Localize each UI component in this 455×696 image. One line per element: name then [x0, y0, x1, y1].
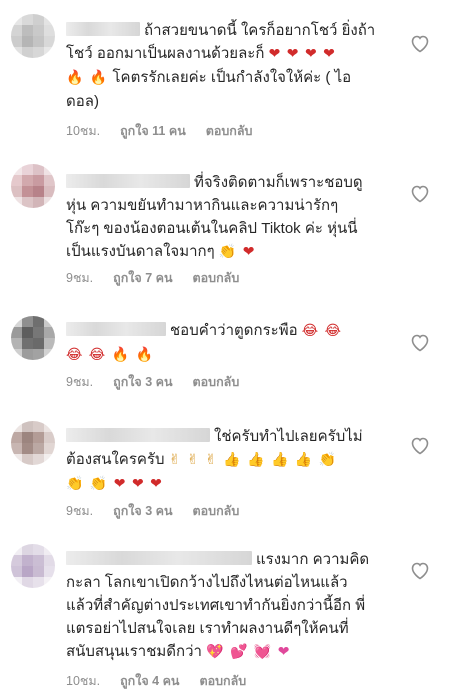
- timestamp: 9ชม.: [66, 375, 94, 389]
- comment-meta: 9ชม. ถูกใจ 7 คน ตอบกลับ: [66, 268, 239, 288]
- timestamp: 9ชม.: [66, 504, 94, 518]
- likes-count[interactable]: ถูกใจ 3 คน: [113, 372, 172, 392]
- heart-outline-icon[interactable]: [408, 31, 432, 55]
- heart-emojis: ❤ ❤ ❤ ❤: [268, 46, 336, 62]
- avatar[interactable]: [11, 164, 55, 208]
- comment-line: สนับสนุนเราชมดีกว่า: [66, 643, 202, 660]
- timestamp: 9ชม.: [66, 271, 94, 285]
- avatar[interactable]: [11, 421, 55, 465]
- likes-count[interactable]: ถูกใจ 11 คน: [120, 121, 186, 141]
- username-redacted[interactable]: [66, 551, 252, 565]
- comment-line: ต้องสนใครครับ: [66, 451, 165, 468]
- comment-meta: 10ชม. ถูกใจ 4 คน ตอบกลับ: [66, 671, 246, 691]
- comment-text: ถ้าสวยขนาดนี้ ใครก็อยากโชว์ ยิ่งถ้า โชว์…: [66, 19, 406, 113]
- username-redacted[interactable]: [66, 428, 210, 442]
- comment-meta: 9ชม. ถูกใจ 3 คน ตอบกลับ: [66, 501, 239, 521]
- reply-button[interactable]: ตอบกลับ: [193, 372, 240, 392]
- heart-outline-icon[interactable]: [408, 330, 432, 354]
- laugh-fire-emojis: 😂 😂 🔥 🔥: [66, 347, 154, 363]
- clap-heart-emojis: 👏 👏 ❤ ❤ ❤: [66, 476, 163, 492]
- reply-button[interactable]: ตอบกลับ: [206, 121, 253, 141]
- comment-line: แล้วที่สำคัญต่างประเทศเขาทำกันยิ่งกว่านี…: [66, 597, 366, 614]
- comment-line: แตรอย่าไปสนใจเลย เราทำผลงานดีๆให้คนที่: [66, 620, 349, 637]
- avatar[interactable]: [11, 14, 55, 58]
- likes-count[interactable]: ถูกใจ 4 คน: [120, 671, 179, 691]
- comment-line: ใช่ครับทำไปเลยครับไม่: [214, 428, 363, 445]
- username-redacted[interactable]: [66, 22, 140, 36]
- reply-button[interactable]: ตอบกลับ: [199, 671, 246, 691]
- comment-line: หุ่น ความขยันทำมาหากินและความน่ารักๆ: [66, 197, 339, 214]
- clap-heart-emojis: 👏 ❤: [218, 244, 256, 260]
- comment-line: โชว์ ออกมาเป็นผลงานด้วยละก็: [66, 45, 265, 62]
- laugh-emojis: 😂 😂: [301, 323, 342, 339]
- heart-emojis: 💖 💕 💓 ❤: [206, 644, 291, 660]
- timestamp: 10ชม.: [66, 124, 101, 138]
- avatar[interactable]: [11, 316, 55, 360]
- reply-button[interactable]: ตอบกลับ: [193, 268, 240, 288]
- reply-button[interactable]: ตอบกลับ: [193, 501, 240, 521]
- comment-line: โก๊ะๆ ของน้องตอนเต้นในคลิป Tiktok ค่ะ หุ…: [66, 220, 358, 237]
- comment-line: โคตรรักเลยค่ะ เป็นกำลังใจให้ค่ะ ( ไอ: [112, 69, 352, 86]
- avatar[interactable]: [11, 544, 55, 588]
- likes-count[interactable]: ถูกใจ 7 คน: [113, 268, 172, 288]
- comment-line: ถ้าสวยขนาดนี้ ใครก็อยากโชว์ ยิ่งถ้า: [144, 22, 376, 39]
- comment-text: ใช่ครับทำไปเลยครับไม่ ต้องสนใครครับ ✌ ✌ …: [66, 425, 406, 496]
- heart-outline-icon[interactable]: [408, 181, 432, 205]
- fire-emojis: 🔥 🔥: [66, 70, 109, 86]
- heart-outline-icon[interactable]: [408, 558, 432, 582]
- timestamp: 10ชม.: [66, 674, 101, 688]
- comment-text: แรงมาก ความคิด กะลา โลกเขาเปิดกว้างไปถึง…: [66, 548, 406, 664]
- comment-line: เป็นแรงบันดาลใจมากๆ: [66, 243, 215, 260]
- comment-text: ที่จริงติดตามก็เพราะชอบดู หุ่น ความขยันท…: [66, 171, 406, 264]
- victory-thumbs-emojis: ✌ ✌ ✌ 👍 👍 👍 👍 👏: [168, 452, 338, 468]
- likes-count[interactable]: ถูกใจ 3 คน: [113, 501, 172, 521]
- comment-line: แรงมาก ความคิด: [256, 551, 370, 568]
- comment-line: กะลา โลกเขาเปิดกว้างไปถึงไหนต่อไหนแล้ว: [66, 574, 348, 591]
- comment-line: ชอบคำว่าตูดกระพือ: [170, 322, 298, 339]
- comment-line: ที่จริงติดตามก็เพราะชอบดู: [194, 174, 363, 191]
- comment-text: ชอบคำว่าตูดกระพือ 😂 😂 😂 😂 🔥 🔥: [66, 319, 406, 367]
- comment-meta: 9ชม. ถูกใจ 3 คน ตอบกลับ: [66, 372, 239, 392]
- heart-outline-icon[interactable]: [408, 433, 432, 457]
- username-redacted[interactable]: [66, 322, 166, 336]
- comment-line: ดอล): [66, 93, 99, 110]
- username-redacted[interactable]: [66, 174, 190, 188]
- comment-meta: 10ชม. ถูกใจ 11 คน ตอบกลับ: [66, 121, 252, 141]
